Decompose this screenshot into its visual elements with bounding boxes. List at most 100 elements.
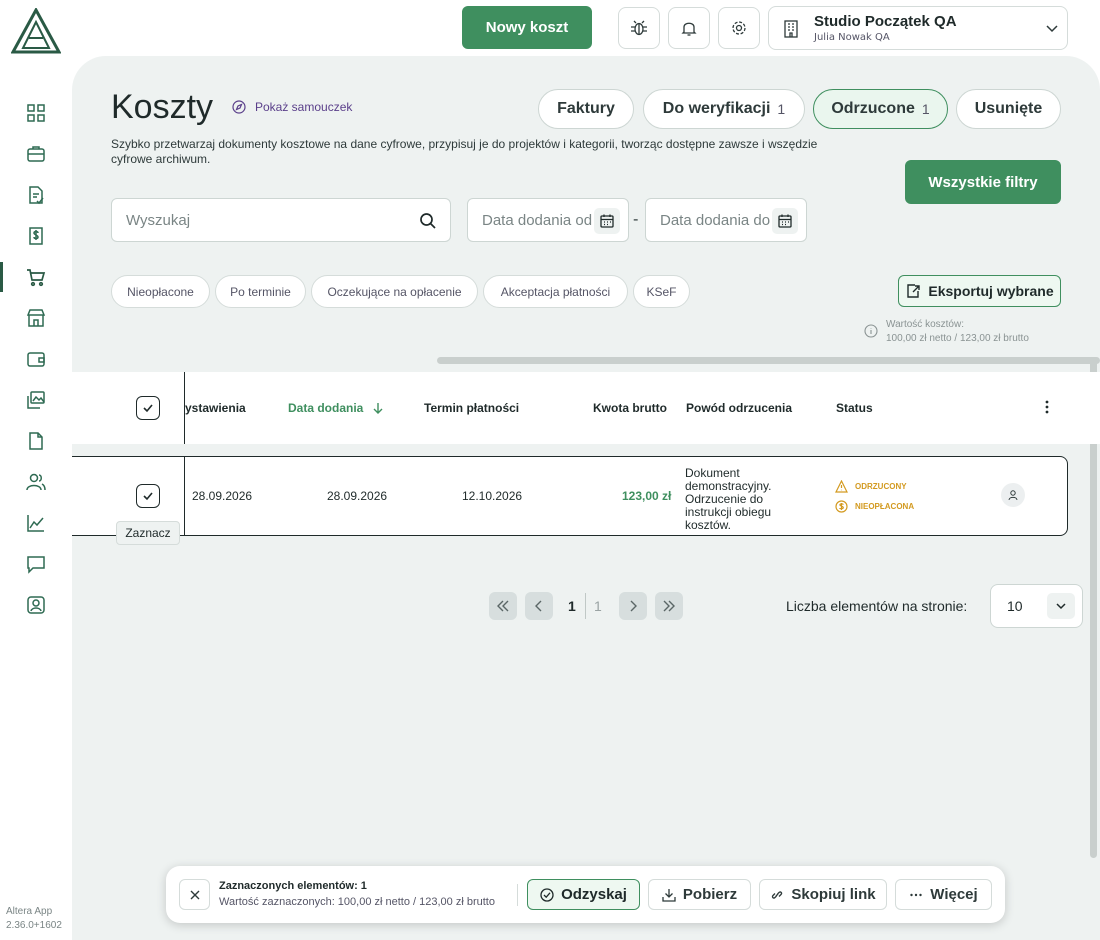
- notifications-button[interactable]: [668, 7, 710, 49]
- date-from-placeholder: Data dodania od: [482, 211, 593, 229]
- date-from-picker-button[interactable]: [594, 208, 620, 234]
- user-icon: [1008, 490, 1018, 501]
- sidebar-item-wallet[interactable]: [0, 342, 72, 376]
- organization-selector[interactable]: Studio Początek QA Julia Nowak QA: [768, 6, 1068, 50]
- sidebar-item-dashboard[interactable]: [0, 96, 72, 130]
- export-selected-button[interactable]: Eksportuj wybrane: [898, 275, 1061, 307]
- chat-icon: [27, 556, 45, 574]
- column-options-icon[interactable]: [1039, 399, 1055, 415]
- wallet-icon: [27, 352, 45, 367]
- check-icon: [143, 404, 153, 413]
- contact-icon: [27, 596, 45, 614]
- tab-invoices[interactable]: Faktury: [538, 89, 634, 129]
- sidebar-item-costs[interactable]: [0, 260, 72, 294]
- settings-button[interactable]: [718, 7, 760, 49]
- tab-deleted[interactable]: Usunięte: [956, 89, 1061, 129]
- more-horizontal-icon: [910, 893, 922, 896]
- first-page-button[interactable]: [489, 592, 517, 620]
- previous-page-button[interactable]: [525, 592, 553, 620]
- current-page: 1: [568, 598, 576, 614]
- filter-chip-ksef[interactable]: KSeF: [633, 275, 690, 308]
- selection-value: Wartość zaznaczonych: 100,00 zł netto / …: [219, 896, 495, 908]
- more-actions-button[interactable]: Więcej: [895, 879, 992, 910]
- items-per-page-toggle[interactable]: [1047, 593, 1075, 619]
- double-chevron-left-icon: [497, 600, 509, 612]
- sidebar-item-messages[interactable]: [0, 547, 72, 581]
- status-badge-unpaid: NIEOPŁACONA: [835, 500, 914, 513]
- chart-icon: [27, 515, 44, 532]
- items-per-page-select[interactable]: 10: [990, 584, 1083, 628]
- date-from-input[interactable]: Data dodania od: [467, 198, 629, 242]
- horizontal-scrollbar[interactable]: [437, 357, 1100, 364]
- sidebar-item-store[interactable]: [0, 301, 72, 335]
- cell-added-date: 28.09.2026: [327, 489, 388, 503]
- last-page-button[interactable]: [655, 592, 683, 620]
- column-gross-amount[interactable]: Kwota brutto: [593, 401, 667, 415]
- sidebar-item-projects[interactable]: [0, 137, 72, 171]
- column-due-date[interactable]: Termin płatności: [424, 401, 519, 415]
- search-input[interactable]: Wyszukaj: [111, 198, 451, 242]
- show-tutorial-link[interactable]: Pokaż samouczek: [232, 100, 352, 114]
- bell-icon: [681, 22, 697, 36]
- date-to-picker-button[interactable]: [772, 208, 798, 234]
- pagination-separator: [585, 593, 586, 619]
- copy-link-button[interactable]: Skopiuj link: [759, 879, 887, 910]
- new-cost-button[interactable]: Nowy koszt: [462, 6, 592, 49]
- gear-icon: [732, 21, 746, 35]
- briefcase-icon: [27, 146, 45, 162]
- invoice-dollar-icon: [29, 227, 43, 245]
- filter-chip-overdue[interactable]: Po terminie: [215, 275, 306, 308]
- assignee-avatar[interactable]: [1001, 483, 1025, 507]
- filter-chip-payment-approval[interactable]: Akceptacja płatności: [483, 275, 628, 308]
- next-page-button[interactable]: [619, 592, 647, 620]
- selection-count: Zaznaczonych elementów: 1: [219, 880, 367, 892]
- clear-selection-button[interactable]: [179, 879, 210, 910]
- column-issue-date[interactable]: ystawienia: [185, 401, 246, 415]
- items-per-page-label: Liczba elementów na stronie:: [786, 598, 968, 614]
- report-bug-button[interactable]: [618, 7, 660, 49]
- chevron-right-icon: [630, 600, 637, 612]
- cell-issue-date: 28.09.2026: [192, 489, 253, 503]
- calendar-icon: [600, 214, 614, 228]
- sidebar-item-gallery[interactable]: [0, 383, 72, 417]
- row-checkbox[interactable]: [136, 484, 160, 508]
- filter-chip-unpaid[interactable]: Nieopłacone: [111, 275, 210, 308]
- double-chevron-right-icon: [663, 600, 675, 612]
- topbar: Nowy koszt Studio Początek QA Julia Nowa…: [0, 0, 1100, 56]
- filter-chip-awaiting-payment[interactable]: Oczekujące na opłacenie: [311, 275, 478, 308]
- sidebar-item-reports[interactable]: [0, 506, 72, 540]
- gallery-icon: [27, 391, 45, 409]
- sticky-column-divider: [184, 456, 185, 536]
- divider: [517, 884, 518, 906]
- close-icon: [190, 890, 199, 899]
- sidebar-item-documents[interactable]: [0, 178, 72, 212]
- app-version: Altera App 2.36.0+1602: [6, 906, 62, 931]
- select-all-checkbox[interactable]: [136, 396, 160, 420]
- sidebar-item-files[interactable]: [0, 424, 72, 458]
- cell-gross-amount: 123,00 zł: [622, 489, 672, 503]
- calendar-icon: [778, 214, 792, 228]
- select-tooltip: Zaznacz: [116, 521, 180, 545]
- coin-icon: [835, 500, 848, 513]
- people-icon: [26, 473, 46, 491]
- tab-to-verify[interactable]: Do weryfikacji 1: [643, 89, 805, 129]
- bug-icon: [631, 20, 647, 36]
- column-added-date[interactable]: Data dodania: [288, 401, 384, 415]
- all-filters-button[interactable]: Wszystkie filtry: [905, 160, 1061, 204]
- building-icon: [784, 20, 798, 38]
- cell-rejection-reason: Dokument demonstracyjny. Odrzucenie do i…: [685, 466, 772, 532]
- recover-button[interactable]: Odzyskaj: [527, 879, 640, 910]
- tutorial-label: Pokaż samouczek: [255, 100, 353, 114]
- date-to-input[interactable]: Data dodania do: [645, 198, 807, 242]
- check-circle-icon: [540, 887, 554, 902]
- column-status[interactable]: Status: [836, 401, 873, 415]
- column-rejection-reason[interactable]: Powód odrzucenia: [686, 401, 792, 415]
- sidebar-item-profile[interactable]: [0, 588, 72, 622]
- sidebar-item-revenue[interactable]: [0, 219, 72, 253]
- check-icon: [143, 492, 153, 501]
- download-button[interactable]: Pobierz: [648, 879, 751, 910]
- info-icon: [864, 324, 878, 338]
- sidebar-item-contacts[interactable]: [0, 465, 72, 499]
- organization-name: Studio Początek QA: [814, 13, 957, 30]
- tab-rejected[interactable]: Odrzucone 1: [813, 89, 948, 129]
